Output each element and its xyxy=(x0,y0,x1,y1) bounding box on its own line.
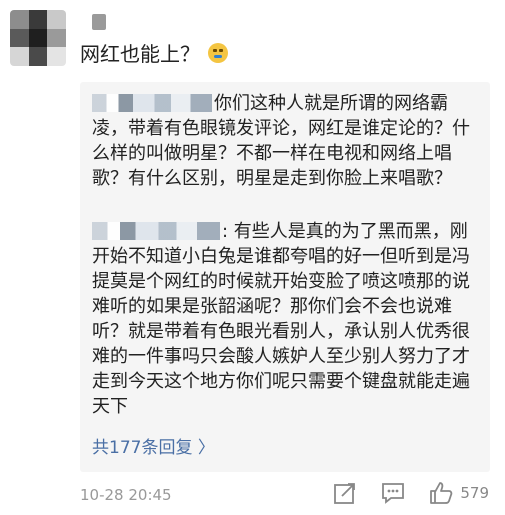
avatar-tile xyxy=(28,28,48,48)
like-icon[interactable] xyxy=(428,480,454,506)
emoji-mouth xyxy=(214,54,222,58)
avatar-tile xyxy=(28,47,48,66)
emoji-icon xyxy=(208,42,228,63)
avatar-tile xyxy=(47,28,66,48)
avatar-tile xyxy=(10,28,29,48)
reply-author-redacted[interactable] xyxy=(92,222,220,240)
comment-actions: 579 xyxy=(332,480,489,506)
avatar-tile xyxy=(47,10,66,29)
reply-text: : 有些人是真的为了黑而黑，刚开始不知道小白兔是谁都夸唱的好一但听到是冯提莫是个… xyxy=(92,221,470,417)
comment-text: 网红也能上？ xyxy=(80,42,200,66)
share-icon[interactable] xyxy=(332,480,358,506)
reply-item[interactable]: 你们这种人就是所谓的网络霸凌，带着有色眼镜发评论，网红是谁定论的？什么样的叫做明… xyxy=(92,91,472,191)
avatar[interactable] xyxy=(10,10,66,66)
reply-item[interactable]: : 有些人是真的为了黑而黑，刚开始不知道小白兔是谁都夸唱的好一但听到是冯提莫是个… xyxy=(92,219,480,419)
reply-author-redacted[interactable] xyxy=(92,94,212,112)
avatar-tile xyxy=(10,47,29,66)
comment-timestamp: 10-28 20:45 xyxy=(80,486,172,504)
avatar-tile xyxy=(10,10,29,29)
like-count: 579 xyxy=(460,484,489,502)
avatar-tile xyxy=(28,10,48,29)
avatar-tile xyxy=(47,47,66,66)
more-replies-link[interactable]: 共177条回复 〉 xyxy=(92,433,215,458)
comment-icon[interactable] xyxy=(380,480,406,506)
username-redacted[interactable] xyxy=(92,14,106,30)
comment-main: 网红也能上？ xyxy=(80,38,228,67)
